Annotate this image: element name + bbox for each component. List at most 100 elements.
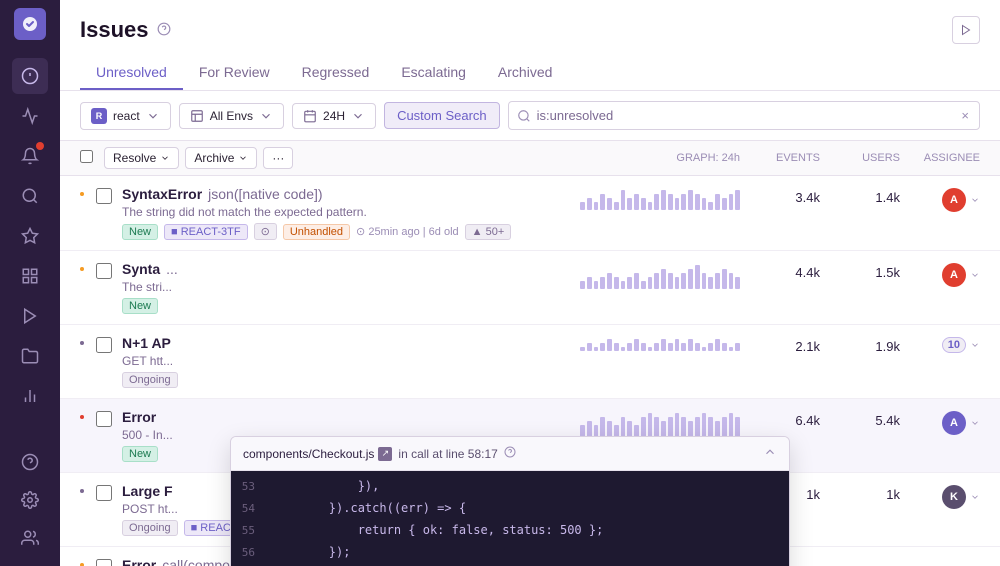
issue-checkbox[interactable]: [96, 559, 112, 566]
issue-tags: New ■ REACT-3TF ⊙ Unhandled ⊙ 25min ago …: [122, 223, 580, 240]
toolbar: R react All Envs 24H Custom Search ×: [60, 91, 1000, 141]
calendar-icon: [303, 109, 317, 123]
sidebar-item-settings[interactable]: [12, 482, 48, 518]
chevron-down-icon: [238, 153, 248, 163]
avatar: A: [942, 411, 966, 435]
issue-assignee[interactable]: A: [900, 409, 980, 435]
issue-checkbox[interactable]: [96, 485, 112, 501]
sidebar-item-releases[interactable]: [12, 218, 48, 254]
issue-title: N+1 AP: [122, 335, 580, 351]
tab-for-review[interactable]: For Review: [183, 56, 286, 90]
more-actions-button[interactable]: ···: [263, 147, 293, 169]
issue-graph: [580, 409, 740, 437]
header-title-row: Issues: [80, 16, 980, 44]
tab-regressed[interactable]: Regressed: [286, 56, 386, 90]
issue-assignee[interactable]: K: [900, 483, 980, 509]
sidebar: [0, 0, 60, 566]
tag-ongoing: Ongoing: [122, 372, 178, 388]
chevron-down-icon[interactable]: [970, 270, 980, 280]
chevron-down-icon[interactable]: [970, 492, 980, 502]
tab-escalating[interactable]: Escalating: [385, 56, 482, 90]
issue-title: SyntaxError json([native code]): [122, 186, 580, 202]
sidebar-item-discover[interactable]: [12, 178, 48, 214]
avatar: A: [942, 263, 966, 287]
avatar: K: [942, 485, 966, 509]
issue-assignee[interactable]: A: [900, 261, 980, 287]
chevron-down-icon: [351, 109, 365, 123]
search-bar: ×: [508, 101, 980, 130]
issue-assignee[interactable]: A: [900, 186, 980, 212]
tag-new: New: [122, 298, 158, 314]
sidebar-item-projects[interactable]: [12, 338, 48, 374]
sidebar-item-help[interactable]: [12, 444, 48, 480]
code-line: 53 }),: [231, 475, 789, 497]
issue-events: 6.4k: [740, 409, 820, 428]
severity-indicator: [80, 192, 84, 196]
severity-indicator: [80, 267, 84, 271]
tab-bar: Unresolved For Review Regressed Escalati…: [80, 56, 980, 90]
tag-project: ■ REACT-3TF: [164, 224, 248, 240]
chevron-down-icon[interactable]: [970, 418, 980, 428]
table-row[interactable]: N+1 AP GET htt... Ongoing 2.1k 1.9k 10: [60, 325, 1000, 399]
graph-header: GRAPH: 24h: [580, 152, 740, 164]
table-row[interactable]: Synta ... The stri... New 4.4k 1.5k A: [60, 251, 1000, 325]
issue-users: 1.4k: [820, 186, 900, 205]
sidebar-bottom: [12, 442, 48, 558]
issue-content: Synta ... The stri... New: [122, 261, 580, 314]
sidebar-item-dashboards[interactable]: [12, 258, 48, 294]
avatar: A: [942, 188, 966, 212]
help-icon[interactable]: [157, 22, 171, 39]
tag-new: New: [122, 224, 158, 240]
time-filter-button[interactable]: 24H: [292, 103, 376, 129]
issue-desc: The stri...: [122, 280, 580, 294]
tab-unresolved[interactable]: Unresolved: [80, 56, 183, 90]
alerts-badge: [36, 142, 44, 150]
project-filter-button[interactable]: R react: [80, 102, 171, 130]
sidebar-item-stats[interactable]: [12, 378, 48, 414]
issue-events: 4.4k: [740, 261, 820, 280]
external-link-icon[interactable]: ↗: [378, 447, 392, 461]
issue-tags: Ongoing: [122, 372, 580, 388]
tag-clock: ⊙: [254, 223, 277, 240]
issue-checkbox[interactable]: [96, 337, 112, 353]
tag-ongoing: Ongoing: [122, 520, 178, 536]
chevron-down-icon: [146, 109, 160, 123]
issue-graph: [580, 335, 740, 351]
assignee-header: ASSIGNEE: [900, 152, 980, 164]
close-icon[interactable]: [763, 445, 777, 462]
logo[interactable]: [14, 8, 46, 40]
chevron-down-icon[interactable]: [970, 195, 980, 205]
chevron-down-icon[interactable]: [970, 340, 980, 350]
sidebar-item-performance[interactable]: [12, 98, 48, 134]
tab-archived[interactable]: Archived: [482, 56, 568, 90]
events-header: EVENTS: [740, 152, 820, 164]
sidebar-item-alerts[interactable]: [12, 138, 48, 174]
code-help-icon[interactable]: [504, 446, 516, 461]
sidebar-item-issues[interactable]: [12, 58, 48, 94]
issue-checkbox[interactable]: [96, 411, 112, 427]
archive-button[interactable]: Archive: [185, 147, 257, 169]
search-clear-button[interactable]: ×: [959, 106, 971, 125]
issue-checkbox[interactable]: [96, 263, 112, 279]
select-all-checkbox[interactable]: [80, 150, 93, 163]
issue-graph: [580, 261, 740, 289]
table-header: Resolve Archive ··· GRAPH: 24h EVENTS US…: [60, 141, 1000, 176]
issue-users: 1.9k: [820, 335, 900, 354]
code-line: 56 });: [231, 541, 789, 563]
code-line: 54 }).catch((err) => {: [231, 497, 789, 519]
issue-checkbox[interactable]: [96, 188, 112, 204]
table-row[interactable]: SyntaxError json([native code]) The stri…: [60, 176, 1000, 251]
sidebar-item-replay[interactable]: [12, 298, 48, 334]
play-button[interactable]: [952, 16, 980, 44]
issue-assignee[interactable]: 10: [900, 335, 980, 353]
envs-filter-button[interactable]: All Envs: [179, 103, 284, 129]
code-filename: components/Checkout.js: [243, 447, 374, 461]
sidebar-item-org[interactable]: [12, 520, 48, 556]
code-lines: 53 }), 54 }).catch((err) => { 55 return …: [231, 471, 789, 566]
resolve-button[interactable]: Resolve: [104, 147, 179, 169]
custom-search-button[interactable]: Custom Search: [384, 102, 500, 129]
code-location: in call at line 58:17: [398, 447, 497, 461]
table-actions: Resolve Archive ···: [104, 147, 580, 169]
tag-count: ▲ 50+: [465, 224, 512, 240]
search-input[interactable]: [537, 108, 960, 123]
